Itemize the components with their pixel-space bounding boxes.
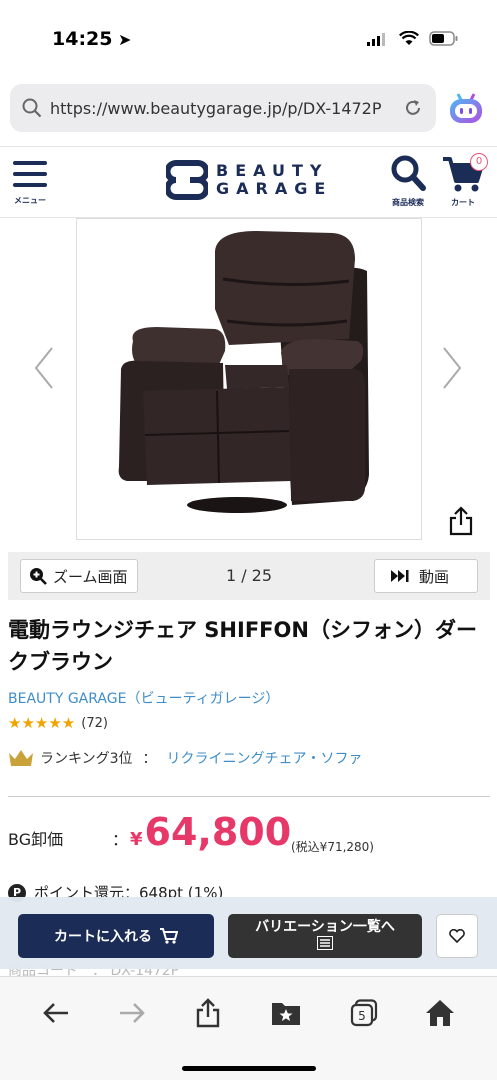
product-title: 電動ラウンジチェア SHIFFON（シフォン）ダークブラウン — [8, 618, 477, 674]
location-arrow-icon: ➤ — [112, 30, 132, 49]
price-label: BG卸価 — [8, 830, 64, 849]
heart-icon — [449, 929, 465, 943]
forward-arrow-icon — [120, 1003, 145, 1023]
variation-label: バリエーション一覧へ — [255, 919, 395, 935]
search-label: 商品検索 — [392, 198, 424, 207]
product-image[interactable] — [76, 218, 422, 540]
add-to-cart-button[interactable]: カートに入れる — [18, 914, 214, 958]
add-to-cart-label: カートに入れる — [54, 929, 152, 945]
logo-line2: GARAGE — [216, 179, 333, 198]
crown-icon — [9, 750, 33, 766]
divider — [8, 796, 490, 797]
url-bar[interactable]: https://www.beautygarage.jp/p/DX-1472P — [10, 84, 436, 132]
image-pager: 1 / 25 — [225, 566, 273, 585]
back-button[interactable] — [36, 993, 76, 1033]
search-button[interactable]: 商品検索 — [386, 153, 430, 208]
share-icon[interactable] — [448, 506, 474, 536]
bookmarks-button[interactable] — [266, 993, 306, 1033]
menu-label: メニュー — [14, 196, 46, 205]
favorite-button[interactable] — [436, 914, 478, 958]
fast-forward-icon — [391, 570, 409, 582]
hamburger-icon — [13, 161, 47, 187]
cart-label: カート — [451, 198, 475, 207]
movie-button[interactable]: 動画 — [374, 559, 478, 593]
zoom-button[interactable]: ズーム画面 — [20, 559, 138, 593]
tabs-icon: 5 — [350, 999, 378, 1027]
next-image-arrow-icon[interactable] — [440, 346, 464, 390]
ranking: ランキング3位 ： リクライニングチェア・ソファ — [8, 748, 363, 768]
search-icon — [22, 98, 42, 118]
recliner-chair-image — [118, 231, 369, 513]
price: ¥ 64,800 — [130, 810, 291, 854]
site-header: メニュー BEAUTY GARAGE 商品検索 カート 0 — [0, 146, 497, 218]
status-icons — [367, 31, 459, 46]
cart-small-icon — [160, 928, 178, 944]
site-logo[interactable]: BEAUTY GARAGE — [166, 159, 332, 201]
ranking-text: ランキング3位 — [40, 751, 133, 767]
share-button[interactable] — [188, 993, 228, 1033]
home-icon — [426, 1000, 454, 1026]
tabs-count: 5 — [358, 1009, 366, 1023]
rating-stars: ★★★★★ — [8, 714, 76, 732]
price-tax: (税込¥71,280) — [291, 840, 374, 854]
browser-toolbar: 5 — [0, 976, 497, 1080]
logo-text: BEAUTY GARAGE — [216, 162, 332, 198]
list-icon — [317, 936, 333, 950]
bookmark-folder-icon — [272, 1003, 300, 1025]
action-bar: カートに入れる バリエーション一覧へ — [0, 897, 497, 969]
assistant-extension-icon[interactable] — [446, 88, 486, 128]
price-value: 64,800 — [144, 810, 292, 854]
logo-line1: BEAUTY — [216, 161, 329, 180]
price-currency: ¥ — [130, 829, 143, 850]
variation-list-button[interactable]: バリエーション一覧へ — [228, 914, 422, 958]
wifi-icon — [399, 31, 419, 45]
zoom-in-icon — [30, 568, 47, 585]
reload-icon[interactable] — [402, 97, 424, 119]
price-colon: ： — [112, 830, 129, 849]
home-button[interactable] — [420, 993, 460, 1033]
magnifier-icon — [391, 155, 426, 191]
back-arrow-icon — [43, 1003, 68, 1023]
tabs-button[interactable]: 5 — [344, 993, 384, 1033]
brand-link[interactable]: BEAUTY GARAGE（ビューティガレージ） — [8, 688, 279, 708]
battery-icon — [429, 31, 458, 46]
forward-button[interactable] — [112, 993, 152, 1033]
status-time: 14:25 ➤ — [52, 28, 132, 50]
logo-mark-icon — [166, 160, 208, 200]
url-text: https://www.beautygarage.jp/p/DX-1472P — [50, 98, 382, 118]
movie-label: 動画 — [419, 567, 450, 586]
zoom-label: ズーム画面 — [53, 567, 128, 586]
menu-button[interactable]: メニュー — [10, 159, 50, 206]
gallery-toolbar: ズーム画面 1 / 25 動画 — [8, 552, 490, 600]
ranking-category-link[interactable]: リクライニングチェア・ソファ — [167, 748, 363, 768]
home-indicator — [182, 1066, 316, 1071]
cart-count-badge: 0 — [470, 153, 488, 171]
rating[interactable]: ★★★★★ (72) — [8, 714, 108, 732]
prev-image-arrow-icon[interactable] — [32, 346, 56, 390]
signal-icon — [367, 32, 385, 46]
ranking-separator: ： — [142, 751, 157, 767]
share-browser-icon — [196, 998, 220, 1028]
review-count: (72) — [81, 715, 108, 731]
